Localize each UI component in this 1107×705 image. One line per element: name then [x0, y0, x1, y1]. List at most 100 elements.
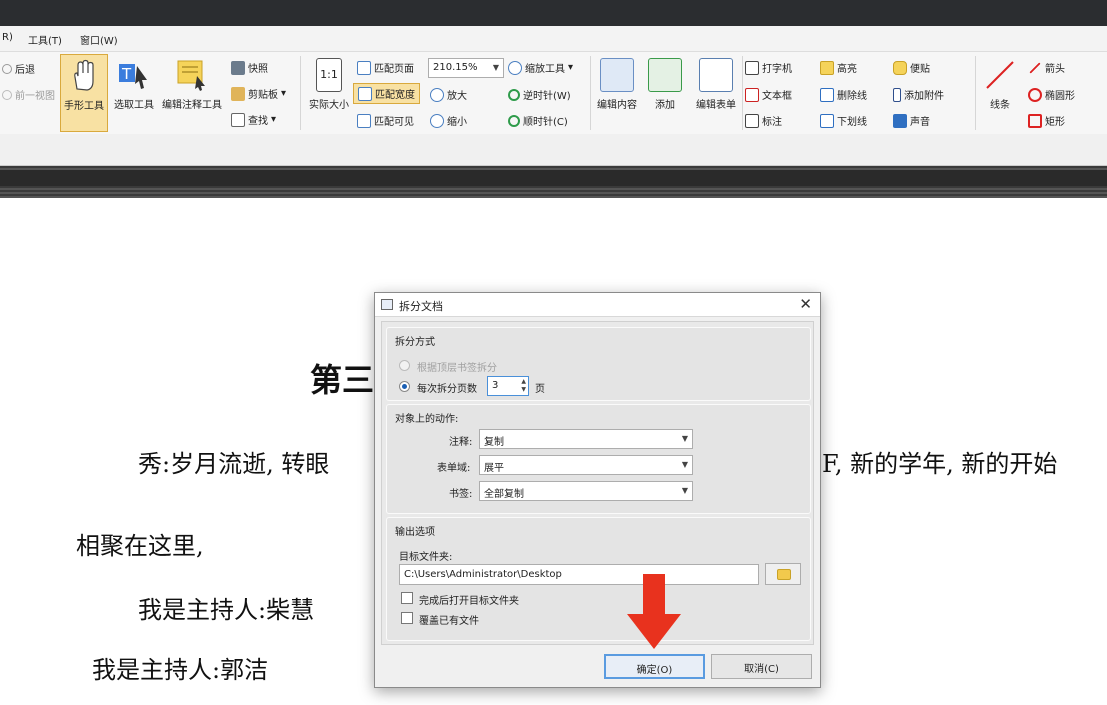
zoom-tool-button[interactable]: 缩放工具 ▾: [508, 60, 573, 75]
form-fields-select[interactable]: 展平 ▼: [479, 455, 693, 475]
sound-button[interactable]: 声音: [893, 113, 930, 128]
clipboard-icon: [231, 86, 245, 101]
sticky-note-button[interactable]: 便贴: [893, 60, 930, 75]
back-button[interactable]: 后退: [2, 61, 35, 76]
clipboard-button[interactable]: 剪贴板 ▾: [231, 86, 286, 101]
menu-item-r[interactable]: R): [2, 32, 13, 43]
ribbon-divider: [975, 56, 976, 130]
menu-item-window[interactable]: 窗口(W): [80, 32, 118, 47]
rotate-cw-button[interactable]: 顺时针(C): [508, 113, 568, 128]
document-line: 我是主持人:柴慧: [138, 596, 315, 624]
snapshot-button[interactable]: 快照: [231, 60, 268, 75]
edit-content-button[interactable]: 编辑内容: [593, 58, 641, 111]
select-tool-button[interactable]: T 选取工具: [110, 58, 158, 111]
edit-annotation-tool-button[interactable]: 编辑注释工具: [158, 58, 226, 111]
fit-width-button[interactable]: 匹配宽度: [353, 83, 420, 104]
ribbon-toolbar: 后退 前一视图 手形工具 T 选取工具 编辑注释工具 快照 剪贴板 ▾ 查找 ▾…: [0, 52, 1107, 134]
typewriter-button[interactable]: 打字机: [745, 60, 792, 75]
annotations-select[interactable]: 复制 ▼: [479, 429, 693, 449]
rotate-cw-icon: [508, 114, 520, 127]
text-select-icon: T: [119, 64, 147, 89]
zoom-combo[interactable]: 210.15% ▼: [428, 58, 504, 78]
chevron-down-icon: ▼: [492, 63, 499, 72]
edit-form-button[interactable]: 编辑表单: [692, 58, 740, 111]
by-bookmarks-label: 根据顶层书签拆分: [417, 363, 497, 374]
close-icon[interactable]: ✕: [799, 295, 812, 313]
pages-per-split-stepper[interactable]: 3 ▲ ▼: [487, 376, 529, 396]
svg-text:T: T: [121, 65, 132, 83]
strikeout-icon: [820, 87, 834, 102]
prev-view-icon: [2, 89, 12, 100]
rotate-ccw-icon: [508, 88, 520, 101]
zoom-out-icon: [430, 113, 444, 128]
document-line: 相聚在这里,: [76, 532, 204, 560]
magnifier-icon: [508, 60, 522, 75]
bookmarks-select[interactable]: 全部复制 ▼: [479, 481, 693, 501]
chevron-down-icon: ▾: [568, 62, 574, 73]
split-document-dialog: 拆分文档 ✕ 拆分方式 根据顶层书签拆分 每次拆分页数 3 ▲ ▼ 页 对象上的…: [374, 292, 821, 688]
dialog-body: 拆分方式 根据顶层书签拆分 每次拆分页数 3 ▲ ▼ 页 对象上的动作: 注释:…: [381, 321, 814, 645]
actual-size-button[interactable]: 1:1 实际大小: [304, 58, 354, 111]
highlight-button[interactable]: 高亮: [820, 60, 857, 75]
ribbon-divider: [300, 56, 301, 130]
dialog-title-bar: 拆分文档 ✕: [375, 293, 820, 317]
fit-visible-button[interactable]: 匹配可见: [357, 113, 414, 128]
back-icon: [2, 63, 12, 74]
document-line: 我是主持人:郭洁: [92, 656, 269, 684]
line-tool-button[interactable]: 线条: [978, 58, 1022, 111]
object-actions-group: 对象上的动作: 注释: 复制 ▼ 表单域: 展平 ▼ 书签: 全部复制 ▼: [386, 404, 811, 514]
textbox-icon: [745, 87, 759, 102]
document-tab-strip-inner: [0, 170, 1107, 186]
ribbon-divider: [590, 56, 591, 130]
app-icon: [381, 299, 393, 310]
underline-button[interactable]: 下划线: [820, 113, 867, 128]
every-n-pages-radio[interactable]: [399, 381, 410, 392]
browse-folder-button[interactable]: [765, 563, 801, 585]
typewriter-icon: [745, 60, 759, 75]
ok-button[interactable]: 确定(O): [604, 654, 705, 679]
annotations-label: 注释:: [449, 437, 473, 448]
find-button[interactable]: 查找 ▾: [231, 112, 276, 127]
strikeout-button[interactable]: 删除线: [820, 87, 867, 102]
pages-unit-label: 页: [535, 384, 545, 395]
arrow-tool-button[interactable]: 箭头: [1028, 60, 1065, 75]
chevron-down-icon: ▼: [681, 486, 688, 495]
find-icon: [231, 112, 245, 127]
group-header: 输出选项: [395, 527, 435, 538]
red-arrow-annotation: [627, 574, 681, 649]
sticky-note-icon: [893, 60, 907, 75]
add-button[interactable]: 添加: [644, 58, 686, 111]
stepper-down-icon[interactable]: ▼: [521, 386, 526, 393]
highlight-icon: [820, 60, 834, 75]
zoom-in-button[interactable]: 放大: [430, 87, 467, 102]
stepper-up-icon[interactable]: ▲: [521, 378, 526, 385]
callout-button[interactable]: 标注: [745, 113, 782, 128]
target-folder-input[interactable]: C:\Users\Administrator\Desktop: [399, 564, 759, 585]
textbox-button[interactable]: 文本框: [745, 87, 792, 102]
by-bookmarks-radio[interactable]: [399, 360, 410, 371]
annotation-edit-icon: [177, 60, 205, 91]
underline-icon: [820, 113, 834, 128]
prev-view-button[interactable]: 前一视图: [2, 87, 55, 102]
zoom-in-icon: [430, 87, 444, 102]
hand-tool-button[interactable]: 手形工具: [60, 54, 108, 132]
rotate-ccw-button[interactable]: 逆时针(W): [508, 87, 571, 102]
callout-icon: [745, 113, 759, 128]
paperclip-icon: [893, 87, 901, 102]
zoom-out-button[interactable]: 缩小: [430, 113, 467, 128]
rectangle-tool-button[interactable]: 矩形: [1028, 113, 1065, 128]
folder-icon: [777, 569, 791, 580]
add-icon: [648, 58, 682, 92]
group-header: 对象上的动作:: [395, 414, 459, 425]
form-edit-icon: [699, 58, 733, 92]
attach-file-button[interactable]: 添加附件: [893, 87, 944, 102]
chevron-down-icon: ▼: [681, 434, 688, 443]
open-after-checkbox[interactable]: [401, 592, 413, 604]
overwrite-checkbox[interactable]: [401, 612, 413, 624]
cancel-button[interactable]: 取消(C): [711, 654, 812, 679]
fit-page-button[interactable]: 匹配页面: [357, 60, 414, 75]
ellipse-tool-button[interactable]: 椭圆形: [1028, 87, 1075, 102]
chevron-down-icon: ▾: [281, 88, 287, 99]
rectangle-icon: [1028, 113, 1042, 128]
menu-item-tools[interactable]: 工具(T): [28, 32, 62, 47]
